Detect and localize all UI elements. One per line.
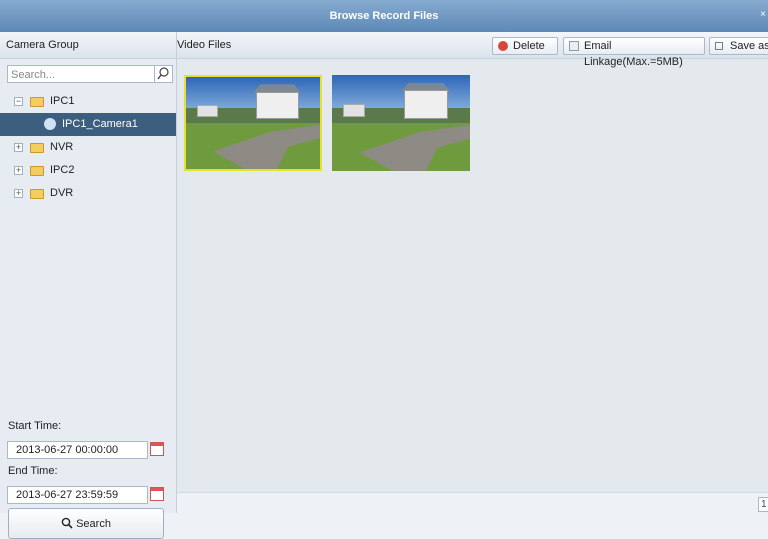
- search-icon: [61, 517, 73, 529]
- email-linkage-label: Email Linkage(Max.=5MB): [584, 40, 683, 68]
- camera-search-input[interactable]: Search...: [7, 65, 155, 83]
- camera-group-header: Camera Group: [0, 32, 176, 59]
- save-as-label: Save as: [730, 40, 768, 52]
- video-files-panel: Video Files Delete Email Linkage(Max.=5M…: [177, 32, 768, 514]
- save-icon: [715, 42, 723, 50]
- title-bar: Browse Record Files ×: [0, 0, 768, 32]
- tree-item-ipc1-camera1[interactable]: IPC1_Camera1: [0, 113, 176, 136]
- calendar-icon[interactable]: [150, 487, 164, 501]
- tree-item-label: DVR: [50, 187, 74, 199]
- tree-item-ipc1[interactable]: − IPC1: [0, 90, 176, 113]
- tree-item-label: IPC1_Camera1: [62, 118, 138, 130]
- save-as-button[interactable]: Save as: [709, 37, 768, 55]
- tree-item-label: NVR: [50, 141, 74, 153]
- tree-item-ipc2[interactable]: + IPC2: [0, 159, 176, 182]
- collapse-icon[interactable]: −: [14, 97, 23, 106]
- folder-icon: [30, 97, 44, 107]
- search-button-label: Search: [76, 518, 111, 530]
- folder-icon: [30, 166, 44, 176]
- video-thumbnail[interactable]: [184, 75, 322, 171]
- email-icon: [569, 41, 579, 51]
- camera-group-panel: Camera Group Search... − IPC1 IPC1_Camer…: [0, 32, 177, 539]
- folder-icon: [30, 189, 44, 199]
- tree-item-nvr[interactable]: + NVR: [0, 136, 176, 159]
- search-icon[interactable]: [155, 65, 173, 83]
- window-title: Browse Record Files: [329, 10, 439, 22]
- pagination-bar: 1: [177, 492, 768, 514]
- video-thumbnail[interactable]: [332, 75, 470, 171]
- start-time-input[interactable]: 2013-06-27 00:00:00: [7, 441, 148, 459]
- tree-item-label: IPC1: [50, 95, 75, 107]
- email-linkage-button[interactable]: Email Linkage(Max.=5MB): [563, 37, 705, 68]
- tree-item-dvr[interactable]: + DVR: [0, 182, 176, 205]
- delete-icon: [498, 41, 508, 51]
- calendar-icon[interactable]: [150, 442, 164, 456]
- close-icon[interactable]: ×: [760, 0, 766, 30]
- tree-item-label: IPC2: [50, 164, 75, 176]
- camera-tree: − IPC1 IPC1_Camera1 + NVR + IPC2 + DVR: [0, 90, 176, 205]
- folder-icon: [30, 143, 44, 153]
- video-files-header-bar: Video Files Delete Email Linkage(Max.=5M…: [177, 32, 768, 68]
- expand-icon[interactable]: +: [14, 166, 23, 175]
- camera-icon: [44, 118, 56, 130]
- video-files-title: Video Files: [177, 39, 232, 51]
- end-time-label: End Time:: [8, 465, 58, 477]
- page-number-button[interactable]: 1: [758, 497, 768, 512]
- end-time-input[interactable]: 2013-06-27 23:59:59: [7, 486, 148, 504]
- start-time-label: Start Time:: [8, 420, 62, 432]
- expand-icon[interactable]: +: [14, 143, 23, 152]
- expand-icon[interactable]: +: [14, 189, 23, 198]
- delete-button-label: Delete: [513, 40, 545, 52]
- delete-button[interactable]: Delete: [492, 37, 558, 55]
